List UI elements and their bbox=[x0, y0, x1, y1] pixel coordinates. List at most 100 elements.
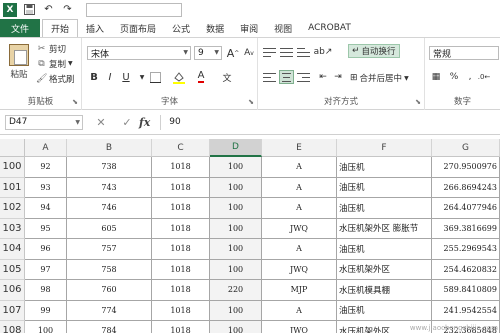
decrease-indent-icon[interactable]: ⇤ bbox=[316, 70, 330, 84]
row-header[interactable]: 106 bbox=[0, 280, 25, 301]
column-header-f[interactable]: F bbox=[337, 139, 432, 157]
cell-a[interactable]: 97 bbox=[25, 259, 67, 280]
cell-b[interactable]: 784 bbox=[67, 321, 152, 333]
cell-c[interactable]: 1018 bbox=[152, 157, 210, 178]
row-header[interactable]: 105 bbox=[0, 259, 25, 280]
dialog-launcher-icon[interactable]: ⬊ bbox=[415, 98, 421, 106]
cell-b[interactable]: 774 bbox=[67, 300, 152, 321]
cell-c[interactable]: 1018 bbox=[152, 239, 210, 260]
increase-indent-icon[interactable]: ⇥ bbox=[331, 70, 345, 84]
cell-e[interactable]: A bbox=[262, 300, 337, 321]
tab-home[interactable]: 开始 bbox=[42, 19, 79, 37]
formula-input[interactable]: 90 bbox=[160, 114, 500, 130]
tab-insert[interactable]: 插入 bbox=[78, 19, 112, 37]
cell-f[interactable]: 油压机 bbox=[337, 157, 432, 178]
cell-a[interactable]: 98 bbox=[25, 280, 67, 301]
cell-e[interactable]: JWQ bbox=[262, 218, 337, 239]
align-top-icon[interactable] bbox=[263, 46, 276, 58]
wrap-text-button[interactable]: ↵ 自动换行 bbox=[348, 44, 400, 58]
cell-a[interactable]: 96 bbox=[25, 239, 67, 260]
underline-button[interactable]: U bbox=[119, 70, 133, 84]
redo-icon[interactable]: ↷ bbox=[61, 3, 74, 16]
cell-a[interactable]: 93 bbox=[25, 177, 67, 198]
cell-e[interactable]: A bbox=[262, 239, 337, 260]
font-size-select[interactable]: 9 ▼ bbox=[194, 46, 222, 60]
cell-e[interactable]: JWQ bbox=[262, 259, 337, 280]
cell-d[interactable]: 100 bbox=[210, 300, 262, 321]
row-header[interactable]: 108 bbox=[0, 321, 25, 333]
cell-g[interactable]: 255.2969543 bbox=[432, 239, 500, 260]
copy-button[interactable]: ⧉ 复制 ▼ bbox=[36, 57, 72, 70]
cell-b[interactable]: 738 bbox=[67, 157, 152, 178]
cell-c[interactable]: 1018 bbox=[152, 218, 210, 239]
cell-g[interactable]: 270.9500976 bbox=[432, 157, 500, 178]
tab-file[interactable]: 文件 bbox=[0, 19, 40, 37]
row-header[interactable]: 100 bbox=[0, 157, 25, 178]
enter-icon[interactable]: ✓ bbox=[119, 116, 135, 129]
cell-d[interactable]: 100 bbox=[210, 218, 262, 239]
merge-center-button[interactable]: ⊞ 合并后居中 ▼ bbox=[350, 71, 409, 85]
row-header[interactable]: 103 bbox=[0, 218, 25, 239]
cell-d[interactable]: 100 bbox=[210, 321, 262, 333]
column-header-a[interactable]: A bbox=[25, 139, 67, 157]
tab-review[interactable]: 审阅 bbox=[232, 19, 266, 37]
cell-b[interactable]: 605 bbox=[67, 218, 152, 239]
cell-f[interactable]: 油压机 bbox=[337, 177, 432, 198]
column-header-b[interactable]: B bbox=[67, 139, 152, 157]
align-bottom-icon[interactable] bbox=[297, 46, 310, 58]
cell-f[interactable]: 水压机模具棚 bbox=[337, 280, 432, 301]
chevron-down-icon[interactable]: ▼ bbox=[135, 70, 149, 84]
fill-color-icon[interactable] bbox=[172, 70, 186, 84]
cell-e[interactable]: MJP bbox=[262, 280, 337, 301]
italic-button[interactable]: I bbox=[103, 70, 117, 84]
column-header-c[interactable]: C bbox=[152, 139, 210, 157]
comma-style-icon[interactable]: , bbox=[463, 70, 477, 84]
increase-decimal-icon[interactable]: .0← bbox=[477, 70, 491, 84]
cell-g[interactable]: 266.8694243 bbox=[432, 177, 500, 198]
cell-b[interactable]: 757 bbox=[67, 239, 152, 260]
cell-f[interactable]: 油压机 bbox=[337, 300, 432, 321]
column-header-e[interactable]: E bbox=[262, 139, 337, 157]
cell-a[interactable]: 99 bbox=[25, 300, 67, 321]
cell-e[interactable]: A bbox=[262, 198, 337, 219]
align-middle-icon[interactable] bbox=[280, 46, 293, 58]
row-header[interactable]: 101 bbox=[0, 177, 25, 198]
cell-g[interactable]: 369.3816699 bbox=[432, 218, 500, 239]
currency-icon[interactable]: ▦ bbox=[429, 70, 443, 84]
cell-d[interactable]: 100 bbox=[210, 177, 262, 198]
select-all-corner[interactable] bbox=[0, 139, 25, 157]
undo-icon[interactable]: ↶ bbox=[42, 3, 55, 16]
tab-formulas[interactable]: 公式 bbox=[164, 19, 198, 37]
bold-button[interactable]: B bbox=[87, 70, 101, 84]
row-header[interactable]: 104 bbox=[0, 239, 25, 260]
cut-button[interactable]: ✂ 剪切 bbox=[36, 42, 66, 55]
column-header-d[interactable]: D bbox=[210, 139, 262, 157]
qat-customize-field[interactable] bbox=[86, 2, 182, 17]
cell-d[interactable]: 100 bbox=[210, 239, 262, 260]
tab-page-layout[interactable]: 页面布局 bbox=[112, 19, 164, 37]
tab-acrobat[interactable]: ACROBAT bbox=[300, 19, 359, 37]
save-icon[interactable] bbox=[23, 3, 36, 16]
cell-c[interactable]: 1018 bbox=[152, 177, 210, 198]
name-box[interactable]: D47 ▼ bbox=[5, 114, 83, 130]
cell-f[interactable]: 水压机架外区 bbox=[337, 259, 432, 280]
cell-b[interactable]: 746 bbox=[67, 198, 152, 219]
cell-g[interactable]: 264.4077946 bbox=[432, 198, 500, 219]
borders-icon[interactable] bbox=[148, 70, 162, 84]
align-right-icon[interactable] bbox=[297, 71, 310, 83]
cell-f[interactable]: 油压机 bbox=[337, 198, 432, 219]
cell-a[interactable]: 92 bbox=[25, 157, 67, 178]
cell-c[interactable]: 1018 bbox=[152, 280, 210, 301]
cell-g[interactable]: 254.4620832 bbox=[432, 259, 500, 280]
cell-d[interactable]: 100 bbox=[210, 198, 262, 219]
cell-c[interactable]: 1018 bbox=[152, 198, 210, 219]
row-header[interactable]: 107 bbox=[0, 300, 25, 321]
cell-c[interactable]: 1018 bbox=[152, 321, 210, 333]
cell-b[interactable]: 758 bbox=[67, 259, 152, 280]
cell-b[interactable]: 760 bbox=[67, 280, 152, 301]
align-left-icon[interactable] bbox=[263, 71, 276, 83]
cell-a[interactable]: 95 bbox=[25, 218, 67, 239]
cell-d[interactable]: 100 bbox=[210, 157, 262, 178]
format-painter-button[interactable]: 🖌 格式刷 bbox=[36, 72, 75, 85]
cell-d[interactable]: 100 bbox=[210, 259, 262, 280]
